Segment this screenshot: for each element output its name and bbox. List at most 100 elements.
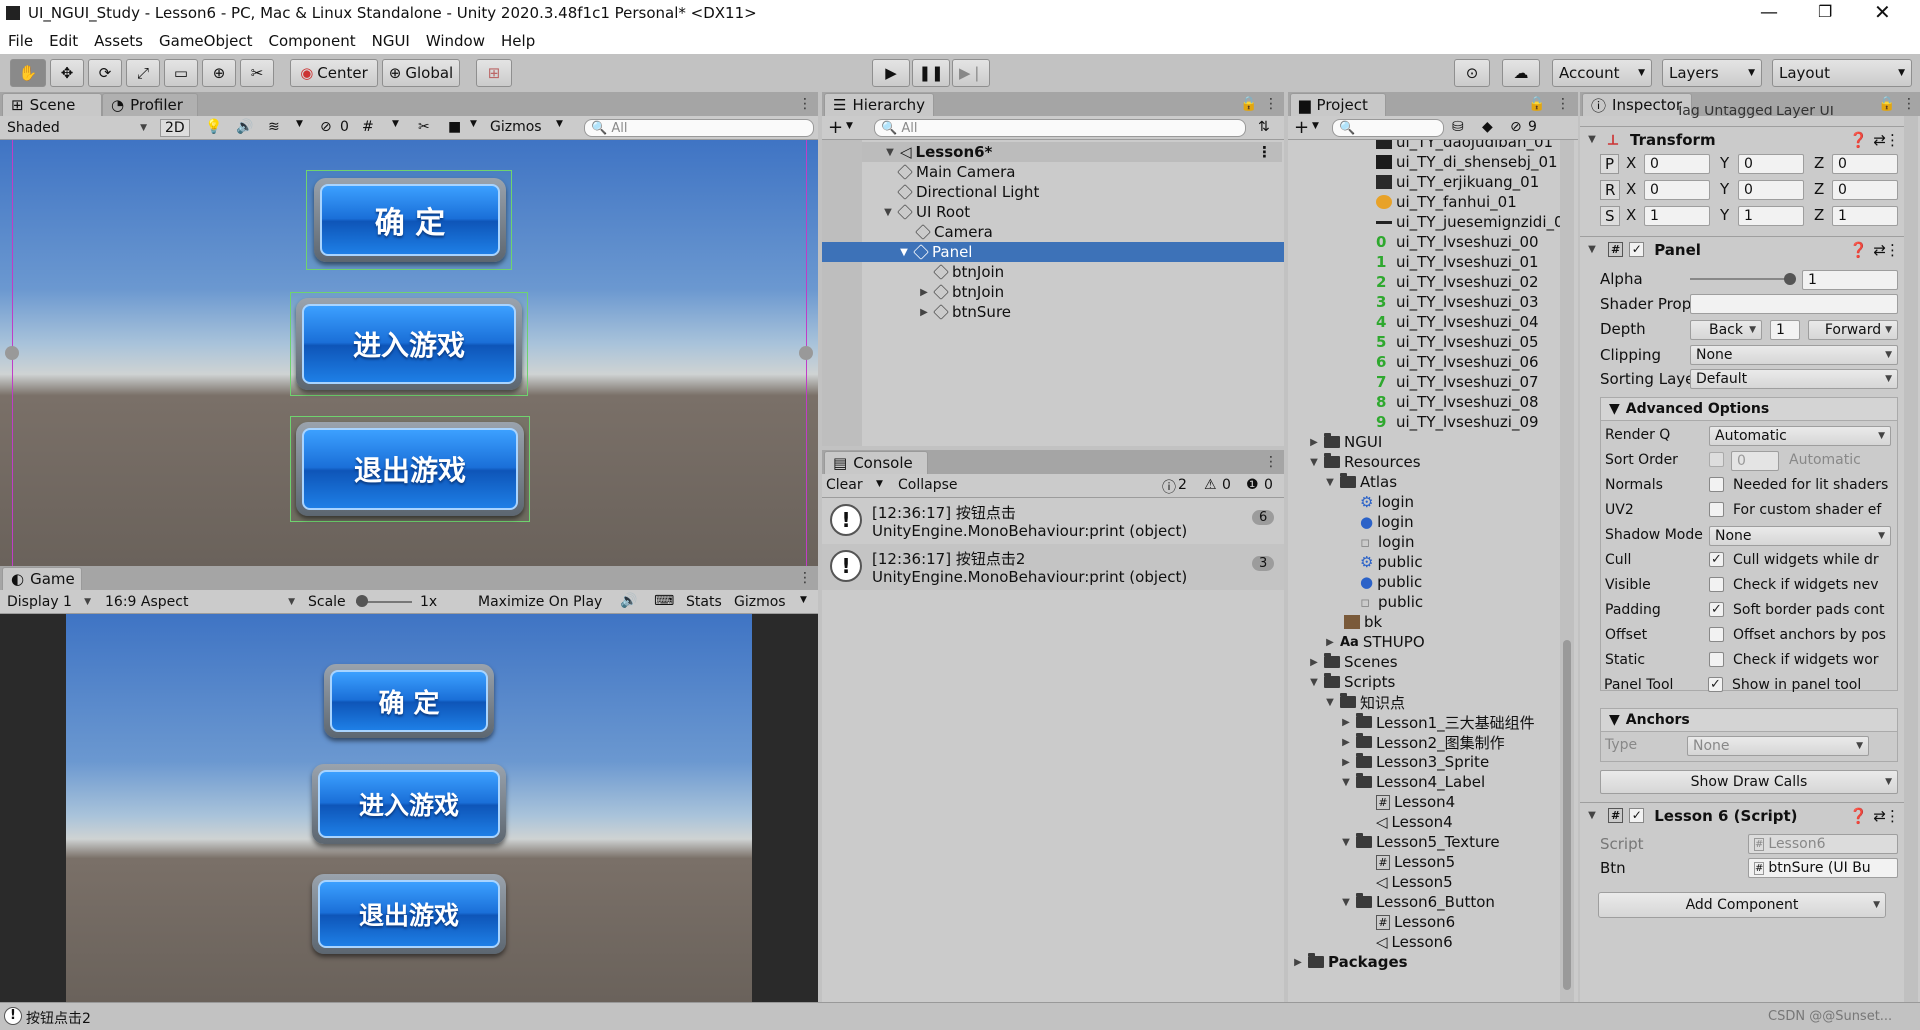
game-viewport[interactable]: 确 定 进入游戏 退出游戏 <box>66 614 752 1002</box>
expand-arrow-icon[interactable]: ▶ <box>1340 757 1352 768</box>
pivot-global-button[interactable]: ⊕ Global <box>382 59 460 87</box>
dropdown-arrow-icon[interactable]: ▼ <box>296 119 303 129</box>
normals-checkbox[interactable] <box>1709 477 1724 492</box>
expand-arrow-icon[interactable]: ▼ <box>882 207 894 218</box>
asset-item[interactable]: 2 ui_TY_lvseshuzi_02 <box>1376 272 1539 292</box>
expand-arrow-icon[interactable]: ▶ <box>918 307 930 318</box>
camera-icon[interactable]: ■ <box>448 119 461 135</box>
expand-arrow-icon[interactable]: ▶ <box>1292 957 1304 968</box>
error-filter-icon[interactable]: ❶ <box>1246 477 1259 493</box>
alpha-slider-handle[interactable] <box>1784 273 1796 285</box>
shadow-mode-dropdown[interactable]: None <box>1709 526 1891 546</box>
tree-item-main-camera[interactable]: Main Camera <box>897 162 1015 182</box>
asset-item[interactable]: ◁ Lesson5 <box>1376 872 1453 892</box>
expand-arrow-icon[interactable]: ▶ <box>1324 637 1336 648</box>
scene-item-menu-icon[interactable]: ⋮ <box>1257 143 1272 161</box>
scene-menu-icon[interactable]: ⋮ <box>798 96 812 112</box>
panel-enabled-checkbox[interactable]: ✓ <box>1629 242 1645 257</box>
hidden-packages-icon[interactable]: ⊘ <box>1510 119 1522 135</box>
position-z-field[interactable]: 0 <box>1832 154 1898 174</box>
move-tool-icon[interactable]: ✥ <box>50 59 84 87</box>
hand-tool-icon[interactable]: ✋ <box>10 59 46 87</box>
mute-audio-icon[interactable]: 🔊 <box>620 593 637 609</box>
scene-search-input[interactable]: 🔍 All <box>584 119 814 137</box>
transform-header[interactable]: ▼ ⟂ Transform ❓ ⇄ ⋮ <box>1580 126 1904 152</box>
add-component-button[interactable]: Add Component <box>1598 892 1886 918</box>
collapse-arrow-icon[interactable]: ▼ <box>1586 244 1598 255</box>
tree-item-btnsure[interactable]: ▶ btnSure <box>918 302 1011 322</box>
visible-checkbox[interactable] <box>1709 577 1724 592</box>
expand-arrow-icon[interactable]: ▼ <box>1340 837 1352 848</box>
rotation-y-field[interactable]: 0 <box>1738 180 1804 200</box>
dropdown-arrow-icon[interactable]: ▼ <box>846 121 853 131</box>
tree-item-scene[interactable]: ▼ ◁ Lesson6* ⋮ <box>862 142 1282 162</box>
expand-arrow-icon[interactable]: ▶ <box>1340 717 1352 728</box>
warning-filter-icon[interactable]: ⚠ <box>1204 477 1217 493</box>
asset-item[interactable]: # Lesson5 <box>1376 852 1455 872</box>
menu-help[interactable]: Help <box>501 32 535 50</box>
tab-profiler[interactable]: ◔ Profiler <box>102 93 198 116</box>
scale-z-field[interactable]: 1 <box>1832 206 1898 226</box>
asset-item[interactable]: 7 ui_TY_lvseshuzi_07 <box>1376 372 1539 392</box>
asset-item[interactable]: # Lesson6 <box>1376 912 1455 932</box>
component-menu-icon[interactable]: ⋮ <box>1885 131 1900 149</box>
gizmos-button[interactable]: Gizmos <box>490 119 542 135</box>
script-component-header[interactable]: ▼ # ✓ Lesson 6 (Script) ❓ ⇄ ⋮ <box>1580 802 1904 828</box>
folder-item[interactable]: ▼ Lesson4_Label <box>1340 772 1485 792</box>
asset-item[interactable]: 8 ui_TY_lvseshuzi_08 <box>1376 392 1539 412</box>
asset-item[interactable]: 6 ui_TY_lvseshuzi_06 <box>1376 352 1539 372</box>
anchor-type-dropdown[interactable]: None <box>1687 736 1869 756</box>
handle-right[interactable] <box>799 346 813 360</box>
asset-item[interactable]: ● public <box>1360 572 1422 592</box>
expand-arrow-icon[interactable]: ▶ <box>1308 657 1320 668</box>
project-search-input[interactable]: 🔍 <box>1332 119 1444 137</box>
dropdown-arrow-icon[interactable]: ▼ <box>800 595 807 605</box>
dropdown-arrow-icon[interactable]: ▼ <box>392 119 399 129</box>
show-draw-calls-button[interactable]: Show Draw Calls <box>1600 770 1898 794</box>
scene-exit-button[interactable]: 退出游戏 <box>296 422 524 516</box>
asset-item[interactable]: ▶ Aa STHUPO <box>1324 632 1425 652</box>
asset-item[interactable]: 4 ui_TY_lvseshuzi_04 <box>1376 312 1539 332</box>
asset-item[interactable]: # Lesson4 <box>1376 792 1455 812</box>
folder-item[interactable]: ▼ 知识点 <box>1324 692 1405 712</box>
folder-item[interactable]: ▶ Lesson2_图集制作 <box>1340 732 1505 752</box>
alpha-slider[interactable] <box>1690 278 1790 280</box>
effects-icon[interactable]: ≋ <box>268 119 280 135</box>
layers-dropdown[interactable]: Layers ▼ <box>1662 59 1762 87</box>
asset-item[interactable]: ◁ Lesson4 <box>1376 812 1453 832</box>
pause-button[interactable]: ❚❚ <box>912 59 950 87</box>
grid-visibility-icon[interactable]: # <box>362 119 374 135</box>
rotation-label[interactable]: R <box>1600 180 1621 200</box>
position-y-field[interactable]: 0 <box>1738 154 1804 174</box>
asset-item[interactable]: 5 ui_TY_lvseshuzi_05 <box>1376 332 1539 352</box>
asset-item[interactable]: 1 ui_TY_lvseshuzi_01 <box>1376 252 1539 272</box>
rotation-x-field[interactable]: 0 <box>1644 180 1710 200</box>
tag-field-partial[interactable]: Tag Untagged <box>1676 106 1776 118</box>
layout-dropdown[interactable]: Layout ▼ <box>1772 59 1912 87</box>
expand-arrow-icon[interactable]: ▼ <box>1340 777 1352 788</box>
scale-slider-handle[interactable] <box>356 595 368 607</box>
game-confirm-button[interactable]: 确 定 <box>324 664 494 738</box>
asset-item[interactable]: bk <box>1344 612 1382 632</box>
create-icon[interactable]: + <box>1294 117 1309 138</box>
shader-prop-field[interactable] <box>1690 294 1898 314</box>
scene-visibility-icon[interactable]: ⇅ <box>1258 119 1270 135</box>
cull-checkbox[interactable]: ✓ <box>1709 552 1724 567</box>
collapse-arrow-icon[interactable]: ▼ <box>1586 810 1598 821</box>
menu-ngui[interactable]: NGUI <box>372 32 410 50</box>
expand-arrow-icon[interactable]: ▼ <box>1308 457 1320 468</box>
project-scroll-thumb[interactable] <box>1563 640 1571 990</box>
audio-icon[interactable]: 🔊 <box>236 119 253 135</box>
position-x-field[interactable]: 0 <box>1644 154 1710 174</box>
expand-arrow-icon[interactable]: ▼ <box>1308 677 1320 688</box>
folder-item[interactable]: ▼ Lesson6_Button <box>1340 892 1495 912</box>
display-dropdown[interactable]: Display 1 <box>2 592 96 612</box>
asset-item[interactable]: ui_TY_erjikuang_01 <box>1376 172 1539 192</box>
inspector-menu-icon[interactable]: ⋮ <box>1902 96 1916 112</box>
tab-console[interactable]: ▤ Console <box>824 451 928 474</box>
dropdown-arrow-icon[interactable]: ▼ <box>1312 121 1319 131</box>
console-entry[interactable]: ! [12:36:17] 按钮点击2 UnityEngine.MonoBehav… <box>822 544 1284 590</box>
tree-item-ui-root[interactable]: ▼ UI Root <box>882 202 970 222</box>
asset-item[interactable]: 9 ui_TY_lvseshuzi_09 <box>1376 412 1539 432</box>
hierarchy-menu-icon[interactable]: ⋮ <box>1264 96 1278 112</box>
